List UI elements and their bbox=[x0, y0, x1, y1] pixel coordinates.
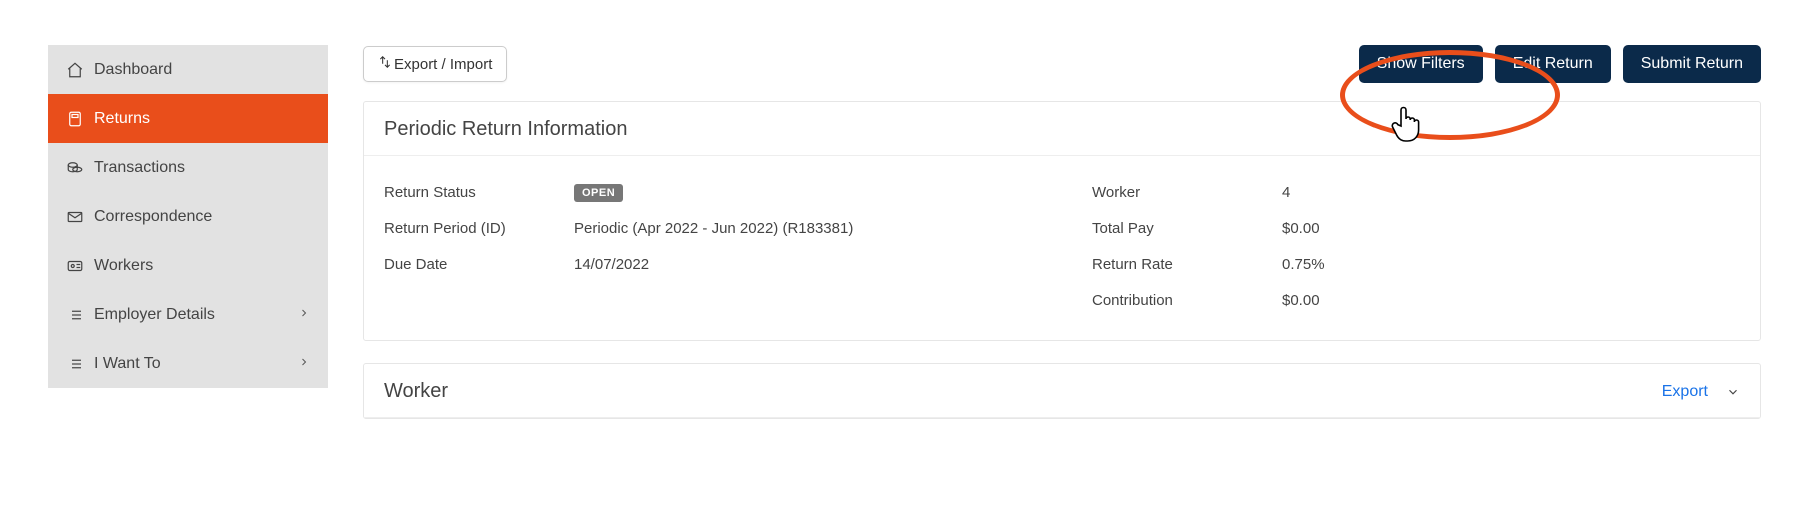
info-column-right: Worker 4 Total Pay $0.00 Return Rate 0.7… bbox=[1092, 174, 1740, 318]
field-label: Return Period (ID) bbox=[384, 220, 574, 237]
field-value: $0.00 bbox=[1282, 220, 1320, 237]
mail-icon bbox=[66, 208, 94, 226]
sidebar-item-correspondence[interactable]: Correspondence bbox=[48, 192, 328, 241]
main-content: Export / Import Show Filters Edit Return… bbox=[363, 45, 1761, 419]
status-badge: OPEN bbox=[574, 184, 623, 202]
button-label: Edit Return bbox=[1513, 55, 1593, 73]
field-label: Total Pay bbox=[1092, 220, 1282, 237]
field-label: Contribution bbox=[1092, 292, 1282, 309]
transfer-icon bbox=[378, 55, 394, 73]
sidebar-item-label: Returns bbox=[94, 110, 310, 128]
field-value: 0.75% bbox=[1282, 256, 1325, 273]
button-label: Export / Import bbox=[394, 56, 492, 73]
field-value: Periodic (Apr 2022 - Jun 2022) (R183381) bbox=[574, 220, 853, 237]
sidebar-item-i-want-to[interactable]: I Want To bbox=[48, 339, 328, 388]
list-icon bbox=[66, 306, 94, 324]
sidebar-item-returns[interactable]: Returns bbox=[48, 94, 328, 143]
card-title: Worker bbox=[384, 380, 448, 403]
sidebar-item-employer-details[interactable]: Employer Details bbox=[48, 290, 328, 339]
sidebar-item-label: Correspondence bbox=[94, 208, 310, 226]
field-label: Due Date bbox=[384, 256, 574, 273]
field-label: Return Status bbox=[384, 184, 574, 201]
sidebar-item-label: Dashboard bbox=[94, 61, 310, 79]
edit-return-button[interactable]: Edit Return bbox=[1495, 45, 1611, 83]
sidebar-item-transactions[interactable]: Transactions bbox=[48, 143, 328, 192]
sidebar-item-label: Transactions bbox=[94, 159, 310, 177]
button-label: Submit Return bbox=[1641, 55, 1743, 73]
worker-card: Worker Export bbox=[363, 363, 1761, 419]
sidebar-item-workers[interactable]: Workers bbox=[48, 241, 328, 290]
field-value: 14/07/2022 bbox=[574, 256, 649, 273]
toolbar: Export / Import Show Filters Edit Return… bbox=[363, 45, 1761, 83]
button-label: Show Filters bbox=[1377, 55, 1465, 73]
sidebar: Dashboard Returns Transactions Correspon… bbox=[48, 45, 328, 419]
info-column-left: Return Status OPEN Return Period (ID) Pe… bbox=[384, 174, 1032, 318]
coins-icon bbox=[66, 159, 94, 177]
field-value: 4 bbox=[1282, 184, 1290, 201]
card-title: Periodic Return Information bbox=[364, 102, 1760, 156]
field-label: Worker bbox=[1092, 184, 1282, 201]
field-value: $0.00 bbox=[1282, 292, 1320, 309]
chevron-right-icon bbox=[298, 355, 310, 373]
chevron-down-icon bbox=[1726, 385, 1740, 399]
export-import-button[interactable]: Export / Import bbox=[363, 46, 507, 82]
periodic-return-card: Periodic Return Information Return Statu… bbox=[363, 101, 1761, 341]
sidebar-item-label: I Want To bbox=[94, 355, 298, 373]
submit-return-button[interactable]: Submit Return bbox=[1623, 45, 1761, 83]
field-label: Return Rate bbox=[1092, 256, 1282, 273]
home-icon bbox=[66, 61, 94, 79]
export-link[interactable]: Export bbox=[1662, 383, 1740, 401]
chevron-right-icon bbox=[298, 306, 310, 324]
sidebar-item-label: Employer Details bbox=[94, 306, 298, 324]
link-label: Export bbox=[1662, 383, 1708, 401]
sidebar-item-label: Workers bbox=[94, 257, 310, 275]
id-card-icon bbox=[66, 257, 94, 275]
list-icon bbox=[66, 355, 94, 373]
sidebar-item-dashboard[interactable]: Dashboard bbox=[48, 45, 328, 94]
calculator-icon bbox=[66, 110, 94, 128]
show-filters-button[interactable]: Show Filters bbox=[1359, 45, 1483, 83]
